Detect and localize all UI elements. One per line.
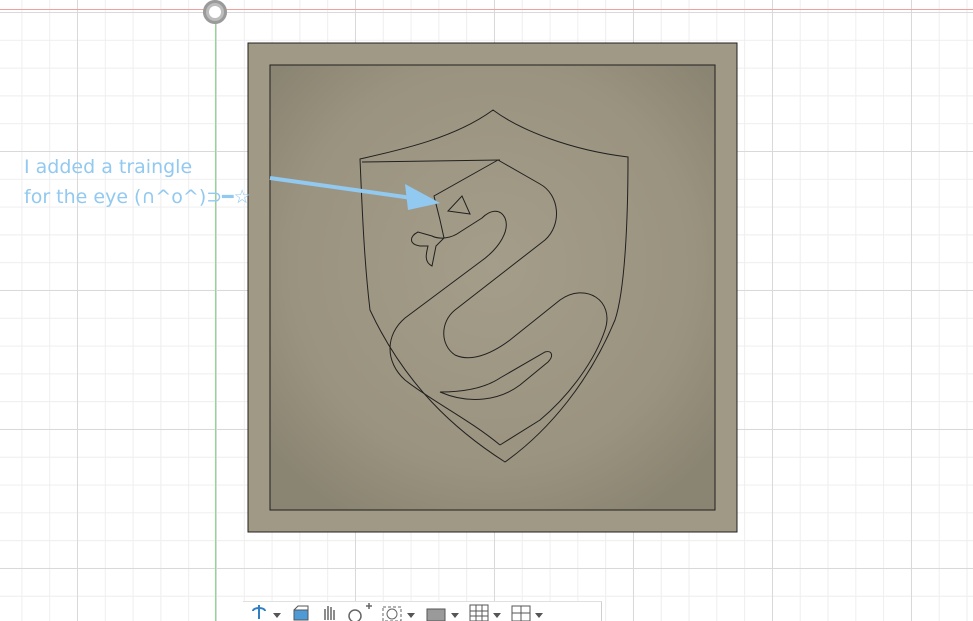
annotation-text[interactable]: I added a traingle for the eye (∩^o^)⊃━☆ [24,152,251,212]
pan-button[interactable] [317,601,341,621]
fit-button[interactable] [379,601,419,621]
zoom-icon [348,603,372,621]
annotation-line-1: I added a traingle [24,156,193,178]
orbit-dropdown-caret[interactable] [273,613,281,618]
grid-snaps-icon [469,604,489,621]
orbit-button[interactable] [247,601,285,621]
viewports-dropdown-caret[interactable] [535,613,543,618]
navigation-toolbar [243,601,602,621]
orbit-icon [252,605,266,619]
pan-hand-icon [324,606,335,620]
display-settings-dropdown-caret[interactable] [451,613,459,618]
fit-window-icon [382,606,402,621]
look-at-button[interactable] [289,601,313,621]
look-at-icon [293,605,309,621]
zoom-button[interactable] [345,601,375,621]
display-settings-icon [426,608,446,621]
grid-snaps-button[interactable] [467,601,505,621]
plaque-recess[interactable] [269,64,716,511]
fit-dropdown-caret[interactable] [407,613,415,618]
model-canvas[interactable] [0,0,973,621]
viewports-button[interactable] [509,601,547,621]
grid-snaps-dropdown-caret[interactable] [493,613,501,618]
display-settings-button[interactable] [423,601,463,621]
annotation-line-2: for the eye (∩^o^)⊃━☆ [24,186,251,208]
viewports-icon [511,605,531,621]
